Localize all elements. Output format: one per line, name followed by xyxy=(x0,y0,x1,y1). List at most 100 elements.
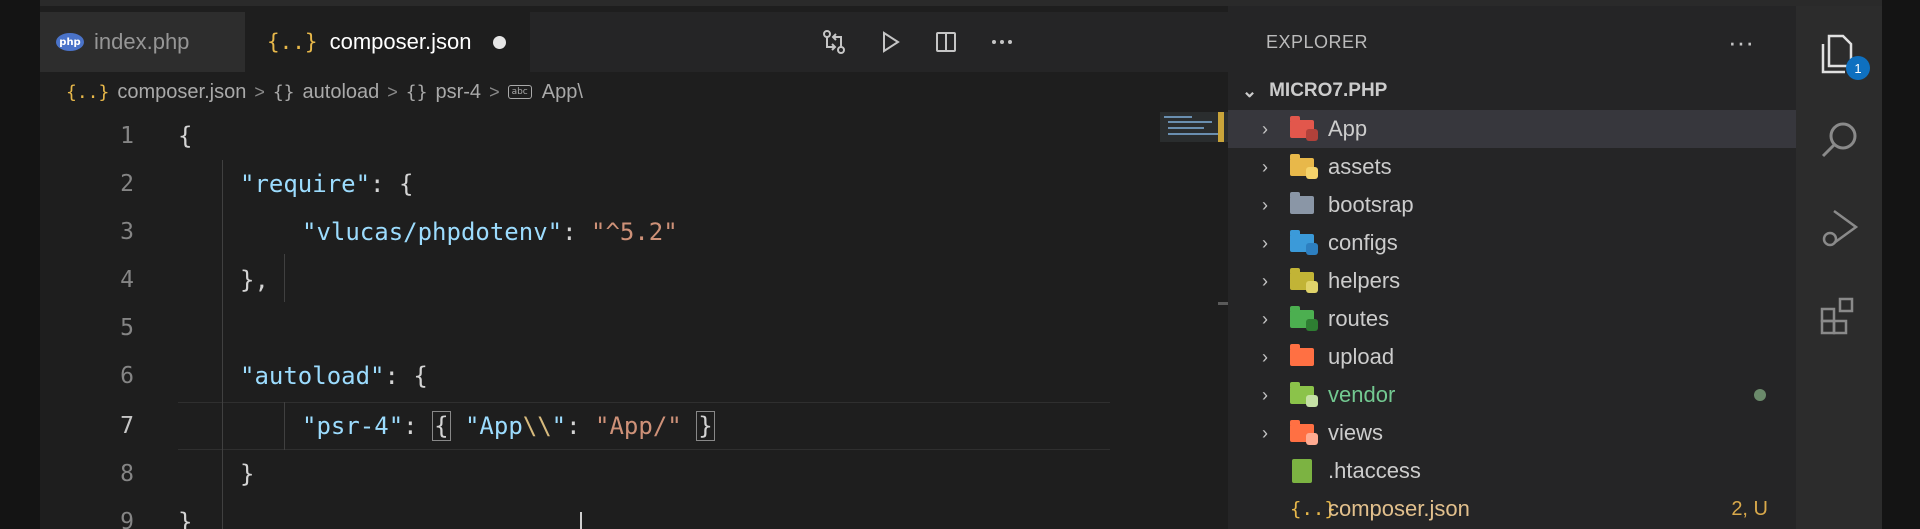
chevron-right-icon: › xyxy=(1262,308,1268,329)
run-debug-view-button[interactable] xyxy=(1796,188,1882,268)
extensions-view-button[interactable] xyxy=(1796,276,1882,356)
tree-item-label: assets xyxy=(1328,154,1392,179)
matching-bracket: } xyxy=(696,411,715,441)
line-number: 4 xyxy=(120,267,134,293)
editor-actions xyxy=(806,12,1030,72)
ellipsis-icon xyxy=(992,40,1012,44)
tree-item-label: .htaccess xyxy=(1328,458,1421,483)
compare-changes-button[interactable] xyxy=(806,12,862,72)
json-colon: : xyxy=(566,412,596,440)
tree-item-label: routes xyxy=(1328,306,1390,331)
tree-folder-configs[interactable]: › configs xyxy=(1228,224,1796,262)
breadcrumb-label: psr-4 xyxy=(435,80,482,103)
folder-icon xyxy=(1290,344,1314,366)
more-actions-button[interactable] xyxy=(974,12,1030,72)
tree-folder-views[interactable]: › views xyxy=(1228,414,1796,452)
vertical-scrollbar[interactable] xyxy=(1218,112,1228,529)
breadcrumb-file[interactable]: {..} composer.json xyxy=(66,81,246,104)
json-colon: : xyxy=(562,218,591,246)
json-key: "App xyxy=(464,412,523,440)
tree-folder-assets[interactable]: › assets xyxy=(1228,148,1796,186)
explorer-sidebar: EXPLORER ··· ⌄ MICRO7.PHP › App › assets… xyxy=(1228,0,1796,529)
workspace-folder[interactable]: ⌄ MICRO7.PHP xyxy=(1228,72,1796,110)
minimap[interactable] xyxy=(1120,112,1230,529)
tree-folder-upload[interactable]: › upload xyxy=(1228,338,1796,376)
tree-item-label: helpers xyxy=(1328,268,1401,293)
tab-index-php[interactable]: php index.php xyxy=(40,12,245,72)
tree-item-label: App xyxy=(1328,116,1368,141)
line-number: 6 xyxy=(120,363,134,389)
split-editor-icon xyxy=(936,32,956,52)
json-file-icon: {..} xyxy=(66,81,110,103)
escape-sequence: \\ xyxy=(522,412,552,440)
chevron-right-icon: > xyxy=(387,81,398,102)
code-line: 8 } xyxy=(40,450,1110,498)
code-line: 1 { xyxy=(40,112,1110,160)
code-editor[interactable]: 1 { 2 "require": { 3 "vlucas/phpdotenv":… xyxy=(40,112,1228,529)
folder-icon xyxy=(1290,154,1318,179)
code-text: }, xyxy=(240,266,269,294)
tree-folder-bootsrap[interactable]: › bootsrap xyxy=(1228,186,1796,224)
explorer-title: EXPLORER xyxy=(1266,31,1369,52)
chevron-right-icon: › xyxy=(1262,194,1268,215)
tree-item-label: vendor xyxy=(1328,382,1396,407)
breadcrumb: {..} composer.json > {} autoload > {} ps… xyxy=(40,72,1228,112)
split-editor-button[interactable] xyxy=(918,12,974,72)
json-key: "vlucas/phpdotenv" xyxy=(302,218,563,246)
tab-label: composer.json xyxy=(329,29,472,54)
run-button[interactable] xyxy=(862,12,918,72)
code-line: 9 } xyxy=(40,498,1110,529)
chevron-right-icon: > xyxy=(489,81,500,102)
json-brace: { xyxy=(413,362,428,390)
window-edge xyxy=(1882,0,1920,529)
line-number: 5 xyxy=(120,315,134,341)
breadcrumb-label: App\ xyxy=(541,80,583,103)
breadcrumb-app[interactable]: abc App\ xyxy=(507,80,583,104)
tree-item-label: views xyxy=(1328,420,1384,445)
chevron-right-icon: › xyxy=(1262,422,1268,443)
tree-folder-vendor[interactable]: › vendor xyxy=(1228,376,1796,414)
line-number: 1 xyxy=(120,123,134,149)
explorer-view-button[interactable]: 1 xyxy=(1796,14,1882,94)
folder-icon xyxy=(1290,116,1318,141)
workspace-name: MICRO7.PHP xyxy=(1269,80,1388,101)
tab-bar: php index.php {..} composer.json xyxy=(40,12,1228,72)
search-icon xyxy=(1821,122,1857,158)
tree-item-label: configs xyxy=(1328,230,1398,255)
unsaved-dot-icon[interactable] xyxy=(493,35,507,49)
chevron-right-icon: › xyxy=(1262,118,1268,139)
code-text: { xyxy=(178,122,193,150)
breadcrumb-label: autoload xyxy=(302,80,380,103)
folder-icon xyxy=(1290,268,1318,293)
code-line: 3 "vlucas/phpdotenv": "^5.2" xyxy=(40,208,1110,256)
tab-composer-json[interactable]: {..} composer.json xyxy=(245,12,530,72)
explorer-more-button[interactable]: ··· xyxy=(1728,12,1754,72)
breadcrumb-autoload[interactable]: {} autoload xyxy=(273,81,379,104)
code-line: 5 xyxy=(40,304,1110,352)
editor-group: php index.php {..} composer.json {..} co… xyxy=(40,0,1230,529)
chevron-right-icon: > xyxy=(254,81,265,102)
line-number: 9 xyxy=(120,509,134,529)
tree-file-htaccess[interactable]: .htaccess xyxy=(1228,452,1796,490)
breadcrumb-psr4[interactable]: {} psr-4 xyxy=(406,81,481,104)
json-colon: : xyxy=(370,170,399,198)
line-number: 2 xyxy=(120,171,134,197)
matching-bracket: { xyxy=(432,411,451,441)
minimap-line xyxy=(1168,127,1204,129)
json-file-icon: {..} xyxy=(267,30,318,54)
tree-file-composer-json[interactable]: {..} composer.json 2, U xyxy=(1228,490,1796,528)
code-line: 4 }, xyxy=(40,256,1110,304)
tree-folder-routes[interactable]: › routes xyxy=(1228,300,1796,338)
tree-folder-helpers[interactable]: › helpers xyxy=(1228,262,1796,300)
folder-icon xyxy=(1290,230,1318,255)
scrollbar-cursor-marker xyxy=(1218,302,1228,305)
string-icon: abc xyxy=(507,85,532,99)
tree-folder-app[interactable]: › App xyxy=(1228,110,1796,148)
code-text: } xyxy=(178,508,193,529)
git-modified-dot-icon xyxy=(1754,389,1766,401)
json-colon: : xyxy=(403,412,433,440)
json-string: "App/" xyxy=(595,412,682,440)
search-view-button[interactable] xyxy=(1796,100,1882,180)
folder-icon xyxy=(1290,192,1314,214)
php-file-icon: php xyxy=(56,33,84,51)
